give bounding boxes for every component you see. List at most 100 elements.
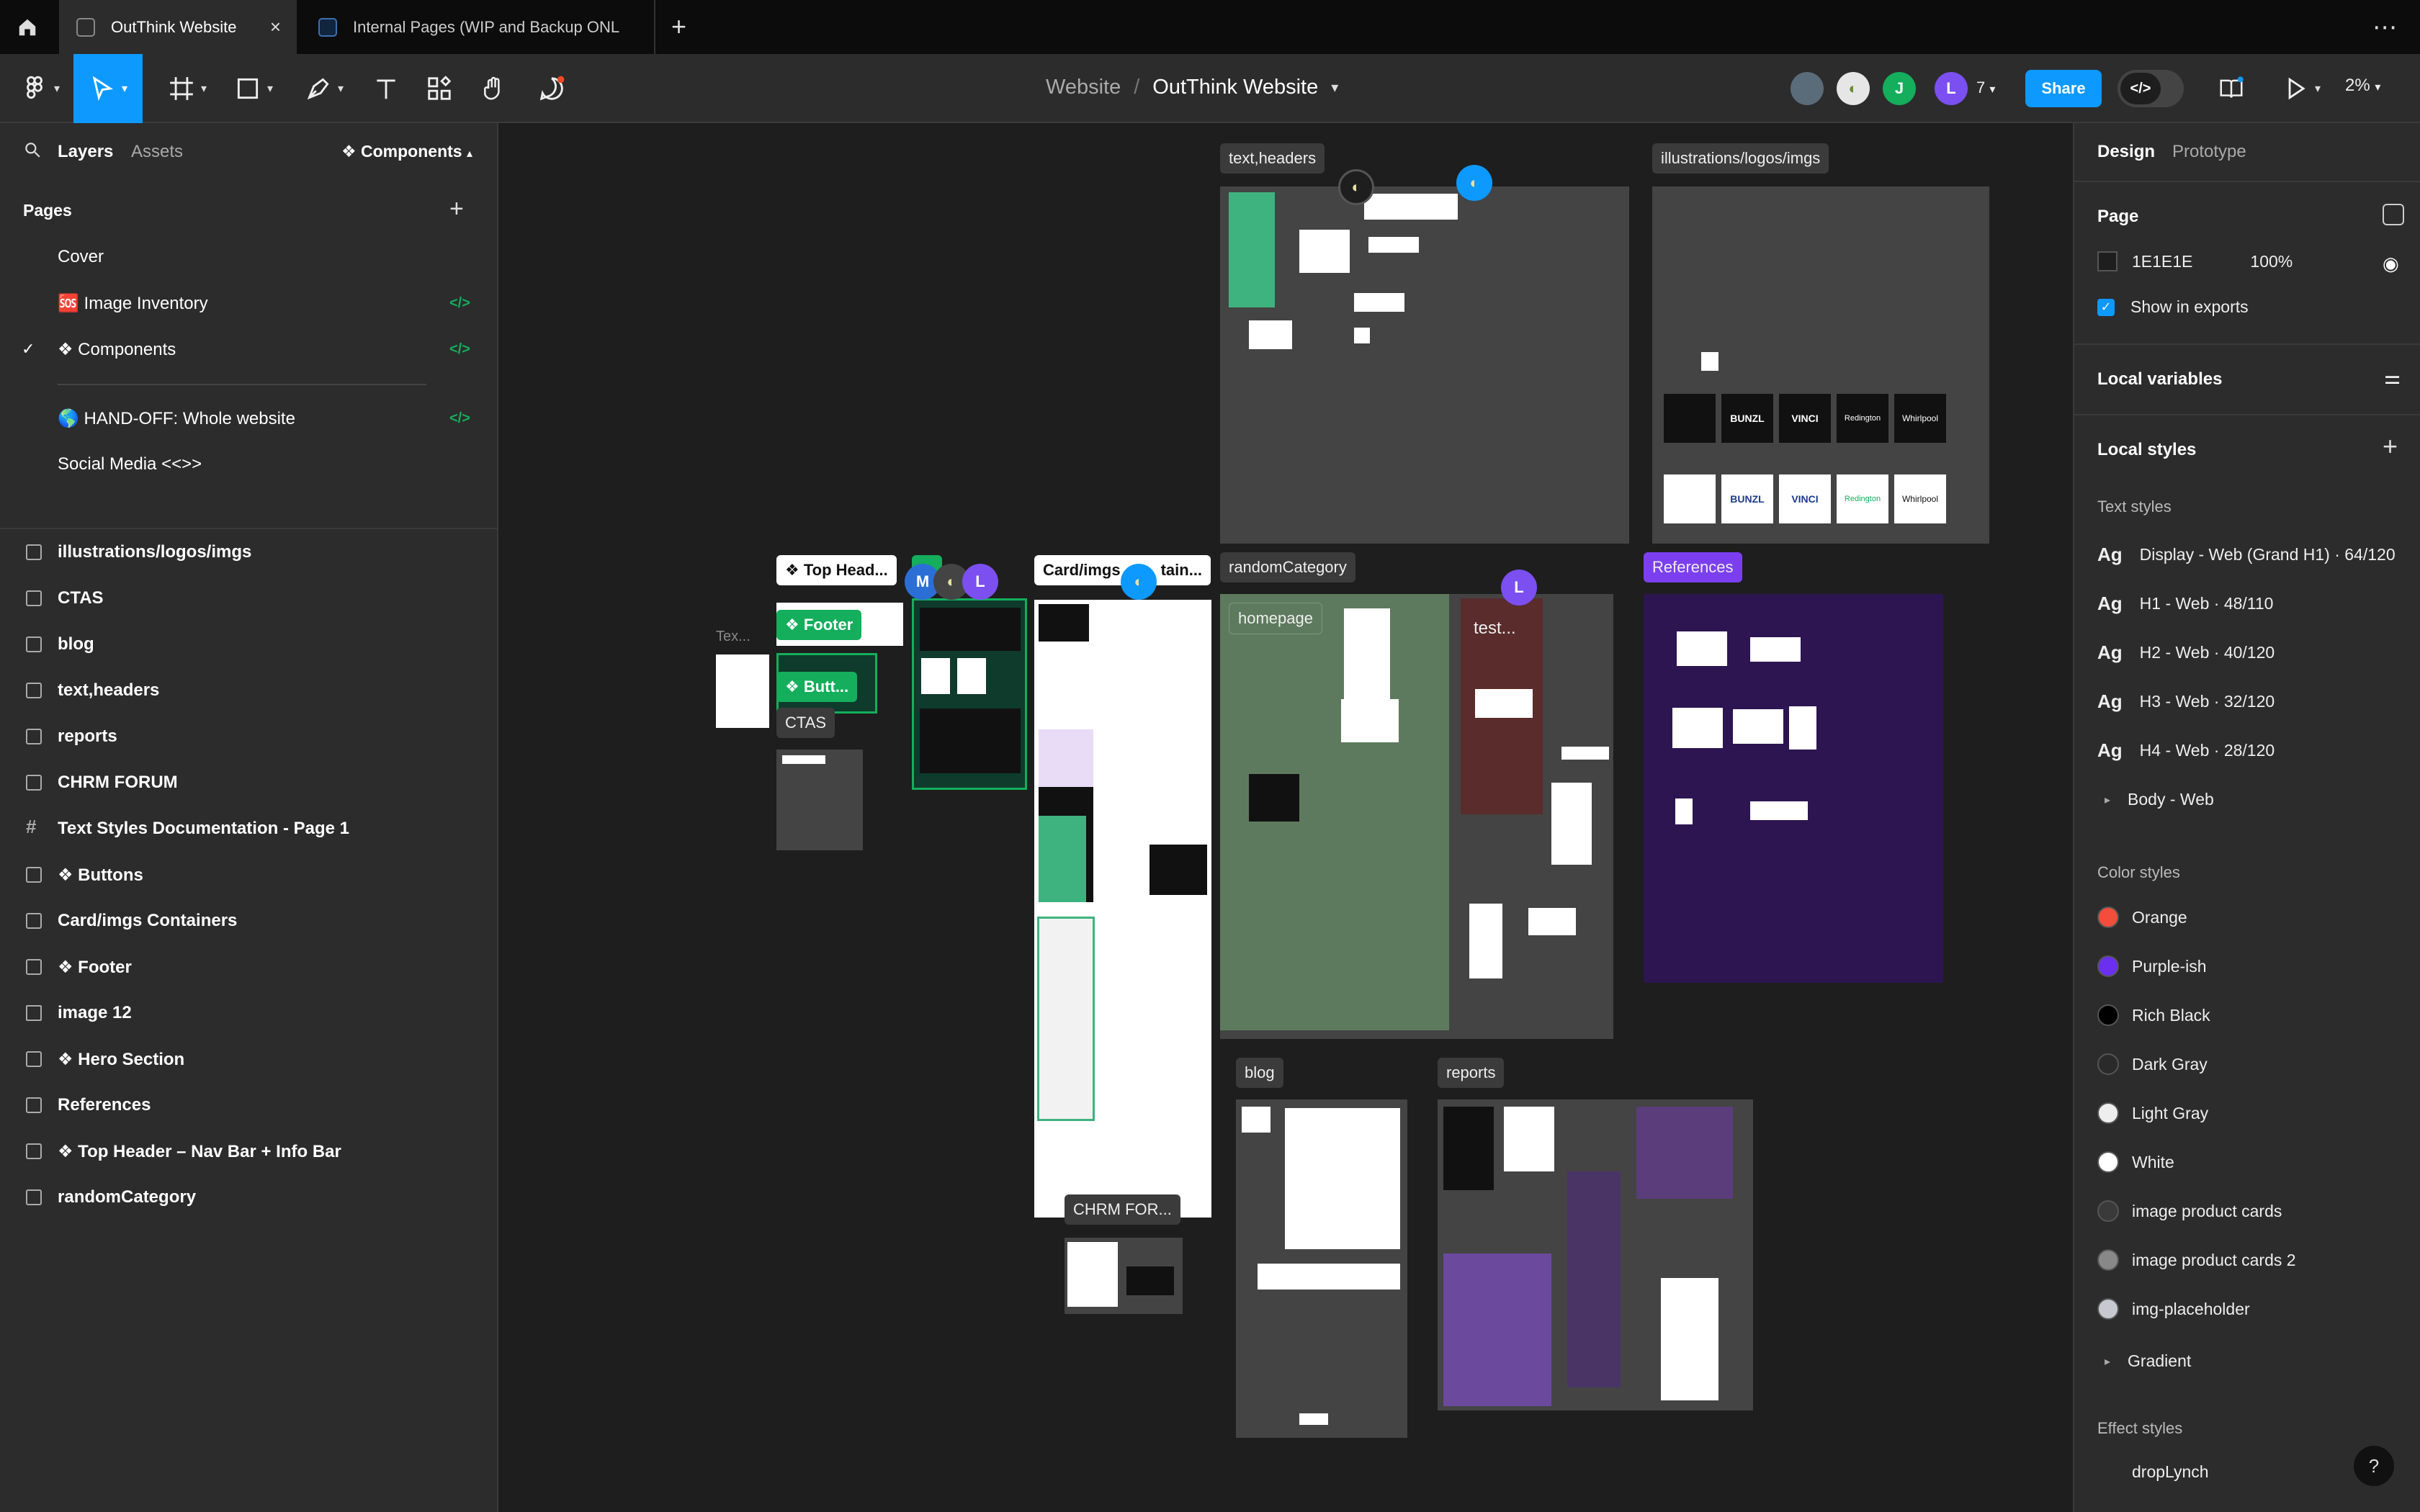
layer-item[interactable]: image 12	[0, 990, 497, 1036]
library-button[interactable]	[2210, 54, 2253, 123]
text-tool[interactable]	[364, 54, 408, 123]
page-fill-hex[interactable]: 1E1E1E	[2132, 252, 2192, 271]
canvas[interactable]: text,headers illustrations/logos/imgs BU…	[498, 123, 2073, 1512]
page-item-components[interactable]: ✓ ❖ Components </>	[0, 328, 497, 371]
section-illustrations[interactable]: BUNZL VINCI Redington Whirlpool BUNZL VI…	[1652, 186, 1989, 544]
tab-design[interactable]: Design	[2097, 142, 2155, 162]
text-style-item[interactable]: Ag H4 - Web · 28/120	[2097, 739, 2275, 762]
text-style-item[interactable]: Ag H1 - Web · 48/110	[2097, 593, 2273, 615]
frame-label-homepage[interactable]: homepage	[1229, 603, 1322, 634]
checkbox[interactable]: ✓	[2097, 298, 2115, 316]
section-label-buttons[interactable]: ❖ Butt...	[776, 672, 858, 702]
color-style-item[interactable]: img-placeholder	[2097, 1298, 2250, 1320]
layer-item[interactable]: reports	[0, 714, 497, 760]
local-variables-title[interactable]: Local variables	[2097, 369, 2222, 390]
layer-item[interactable]: CTAS	[0, 575, 497, 621]
add-page-icon[interactable]: +	[449, 195, 464, 223]
text-style-group-body[interactable]: ▸ Body - Web	[2097, 790, 2214, 809]
page-fill-row[interactable]: 1E1E1E 100%	[2097, 251, 2293, 271]
text-style-item[interactable]: Ag Display - Web (Grand H1) · 64/120	[2097, 544, 2396, 566]
color-style-item[interactable]: Purple-ish	[2097, 955, 2207, 977]
shape-tool[interactable]: ▾	[225, 54, 282, 123]
section-label-ctas[interactable]: CTAS	[776, 708, 835, 738]
present-button[interactable]: ▾	[2276, 54, 2326, 123]
page-item-image-inventory[interactable]: 🆘 Image Inventory </>	[0, 282, 497, 325]
current-page-selector[interactable]: ❖ Components ▴	[341, 142, 472, 161]
layer-item[interactable]: ❖ Footer	[0, 944, 497, 990]
section-label-random-category[interactable]: randomCategory	[1220, 552, 1355, 582]
comment-tool[interactable]	[530, 54, 573, 123]
page-settings-icon[interactable]	[2383, 204, 2404, 225]
layer-item[interactable]: illustrations/logos/imgs	[0, 529, 497, 575]
breadcrumb-project[interactable]: Website	[1046, 76, 1121, 99]
effect-style-item[interactable]: dropLynch	[2097, 1462, 2209, 1482]
section-label-reports[interactable]: reports	[1438, 1058, 1505, 1088]
close-icon[interactable]: ×	[270, 16, 281, 38]
text-style-item[interactable]: Ag H3 - Web · 32/120	[2097, 690, 2275, 713]
section-label-illustrations[interactable]: illustrations/logos/imgs	[1652, 143, 1829, 174]
text-style-item[interactable]: Ag H2 - Web · 40/120	[2097, 642, 2275, 664]
color-style-item[interactable]: image product cards 2	[2097, 1249, 2296, 1271]
section-reports[interactable]	[1438, 1099, 1753, 1410]
pen-tool[interactable]: ▾	[295, 54, 353, 123]
dev-mode-toggle[interactable]: </>	[2118, 70, 2184, 107]
layer-item[interactable]: ❖ Top Header – Nav Bar + Info Bar	[0, 1128, 497, 1174]
page-item-hand-off[interactable]: 🌎 HAND-OFF: Whole website </>	[0, 397, 497, 440]
more-icon[interactable]: ⋯	[2372, 13, 2398, 42]
home-icon[interactable]	[13, 13, 42, 42]
layer-item[interactable]: CHRM FORUM	[0, 760, 497, 806]
section-label-blog[interactable]: blog	[1236, 1058, 1283, 1088]
page-fill-opacity[interactable]: 100%	[2250, 252, 2293, 271]
layer-item[interactable]: ❖ Hero Section	[0, 1036, 497, 1082]
frame-tool[interactable]: ▾	[158, 54, 216, 123]
tab-outthink-website[interactable]: OutThink Website ×	[59, 0, 297, 54]
section-label-top-header[interactable]: ❖ Top Head...	[776, 555, 897, 585]
section-random-category[interactable]: homepage test...	[1220, 594, 1613, 1039]
section-ctas[interactable]	[776, 750, 863, 850]
page-item-cover[interactable]: Cover	[0, 235, 497, 279]
help-button[interactable]: ?	[2354, 1446, 2394, 1486]
frame-text-styles[interactable]	[716, 654, 769, 728]
sliders-icon[interactable]: ⚌	[2384, 366, 2401, 389]
frame-homepage[interactable]: homepage	[1220, 594, 1449, 1030]
layer-item[interactable]: Card/imgs Containers	[0, 898, 497, 944]
avatar[interactable]	[1791, 72, 1824, 105]
avatar[interactable]: L	[1935, 72, 1968, 105]
main-menu-button[interactable]: ▾	[14, 54, 66, 123]
layer-item[interactable]: blog	[0, 621, 497, 667]
page-item-social-media[interactable]: Social Media <<>>	[0, 443, 497, 486]
color-swatch[interactable]	[2097, 251, 2118, 271]
section-label-footer[interactable]: ❖ Footer	[776, 610, 862, 640]
layer-item[interactable]: randomCategory	[0, 1174, 497, 1220]
color-style-item[interactable]: White	[2097, 1151, 2174, 1173]
new-tab-icon[interactable]: +	[671, 12, 686, 42]
frame-label-test[interactable]: test...	[1465, 613, 1525, 644]
section-card-imgs[interactable]	[1034, 600, 1211, 1218]
color-style-item[interactable]: Orange	[2097, 906, 2187, 928]
avatar[interactable]: ◐	[1837, 72, 1870, 105]
section-label-text-headers[interactable]: text,headers	[1220, 143, 1325, 174]
collaborator-count[interactable]: 7 ▾	[1976, 78, 1995, 97]
eye-icon[interactable]: ◉	[2383, 253, 2399, 275]
avatar[interactable]: J	[1883, 72, 1916, 105]
section-text-headers[interactable]	[1220, 186, 1629, 544]
chevron-down-icon[interactable]: ▾	[1331, 78, 1338, 96]
layer-item[interactable]: # Text Styles Documentation - Page 1	[0, 806, 497, 852]
color-style-item[interactable]: image product cards	[2097, 1200, 2282, 1222]
breadcrumb-file-name[interactable]: OutThink Website	[1152, 76, 1318, 99]
show-in-exports-row[interactable]: ✓ Show in exports	[2097, 297, 2249, 317]
search-icon[interactable]	[23, 140, 42, 163]
color-style-group-gradient[interactable]: ▸ Gradient	[2097, 1351, 2191, 1371]
add-style-icon[interactable]: +	[2383, 431, 2398, 462]
section-label-references[interactable]: References	[1644, 552, 1742, 582]
layer-item[interactable]: text,headers	[0, 667, 497, 714]
share-button[interactable]: Share	[2025, 70, 2102, 107]
color-style-item[interactable]: Light Gray	[2097, 1102, 2208, 1124]
tab-assets[interactable]: Assets	[131, 142, 183, 162]
section-references[interactable]	[1644, 594, 1943, 983]
move-tool[interactable]: ▾	[73, 54, 143, 123]
tab-internal-pages[interactable]: Internal Pages (WIP and Backup ONL	[302, 0, 655, 54]
tab-layers[interactable]: Layers	[58, 142, 113, 162]
layer-item[interactable]: References	[0, 1082, 497, 1128]
section-chrm-forum[interactable]	[1065, 1238, 1183, 1314]
